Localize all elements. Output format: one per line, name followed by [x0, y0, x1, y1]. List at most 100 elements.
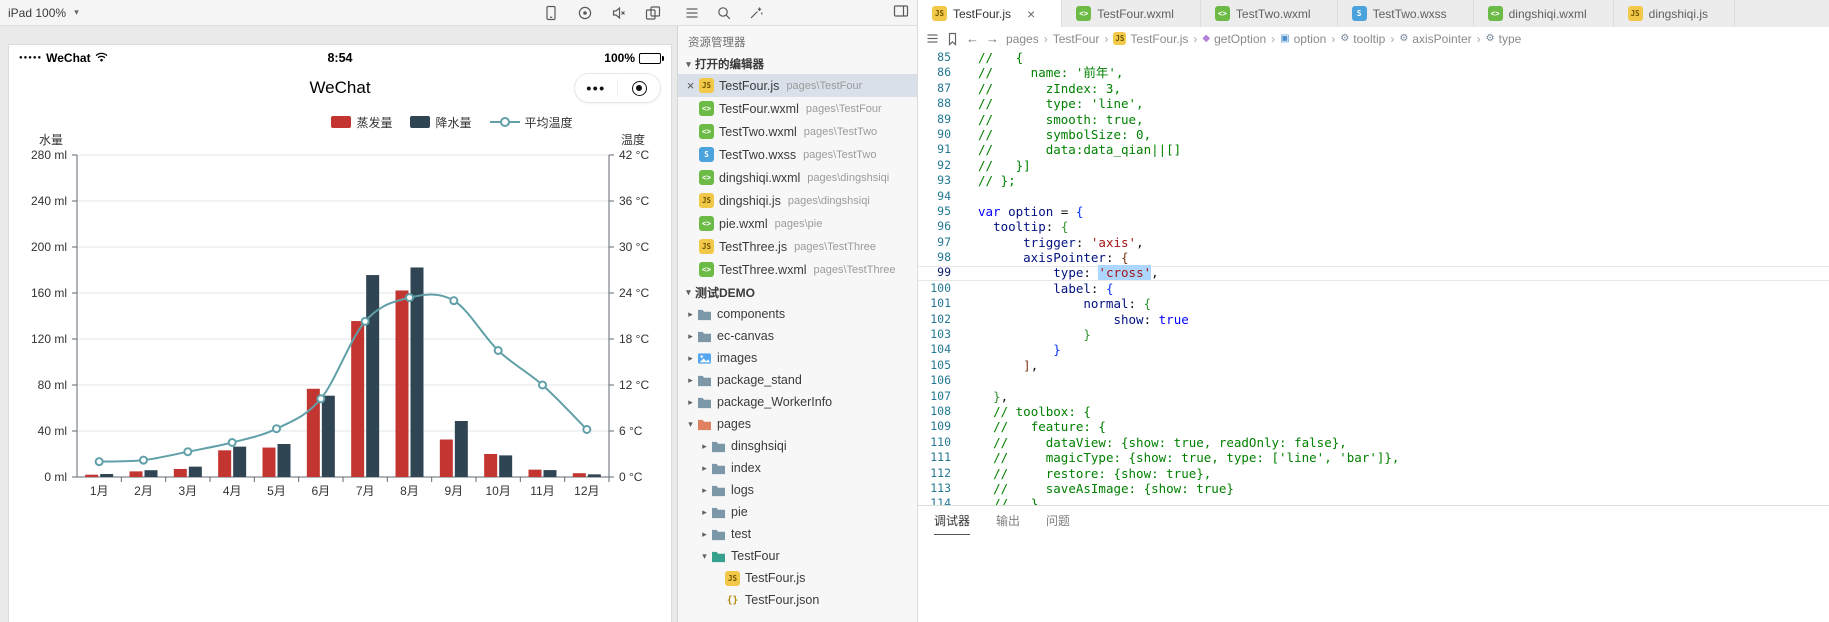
line-number[interactable]: 96 [918, 219, 964, 234]
line-number[interactable]: 102 [918, 312, 964, 327]
breadcrumb-item-TestFour.js[interactable]: JS TestFour.js [1113, 32, 1188, 46]
line-number[interactable]: 89 [918, 112, 964, 127]
panel-tab-输出[interactable]: 输出 [996, 506, 1020, 535]
device-selector[interactable]: iPad 100% ▾ [8, 6, 83, 20]
tree-item-ec-canvas[interactable]: ▸ ec-canvas [678, 325, 917, 347]
code-line-85[interactable]: 85 // { [918, 50, 1829, 65]
open-editor-TestTwo.wxml[interactable]: <> TestTwo.wxml pages\TestTwo [678, 120, 917, 143]
code-line-94[interactable]: 94 [918, 189, 1829, 204]
nav-back-icon[interactable]: ← [966, 32, 979, 45]
breadcrumb-item-axisPointer[interactable]: ⚙ axisPointer [1399, 32, 1471, 46]
line-number[interactable]: 86 [918, 65, 964, 80]
panel-tab-问题[interactable]: 问题 [1046, 506, 1070, 535]
tree-item-pie[interactable]: ▸ pie [678, 501, 917, 523]
rotate-screen-icon[interactable] [645, 5, 661, 21]
line-number[interactable]: 112 [918, 466, 964, 481]
tree-item-test[interactable]: ▸ test [678, 523, 917, 545]
code-line-112[interactable]: 112 // restore: {show: true}, [918, 466, 1829, 481]
code-line-104[interactable]: 104 } [918, 342, 1829, 357]
tree-item-dinsghsiqi[interactable]: ▸ dinsghsiqi [678, 435, 917, 457]
code-line-93[interactable]: 93 // }; [918, 173, 1829, 188]
code-line-105[interactable]: 105 ], [918, 358, 1829, 373]
line-number[interactable]: 88 [918, 96, 964, 111]
open-editor-TestThree.wxml[interactable]: <> TestThree.wxml pages\TestThree [678, 258, 917, 281]
open-editor-TestThree.js[interactable]: JS TestThree.js pages\TestThree [678, 235, 917, 258]
close-tab-icon[interactable]: × [1027, 7, 1035, 21]
code-line-114[interactable]: 114 // } [918, 496, 1829, 505]
legend-降水量[interactable]: 降水量 [410, 114, 472, 131]
line-number[interactable]: 111 [918, 450, 964, 465]
bookmark-icon[interactable] [946, 32, 959, 46]
code-line-113[interactable]: 113 // saveAsImage: {show: true} [918, 481, 1829, 496]
line-number[interactable]: 104 [918, 342, 964, 357]
panel-tab-调试器[interactable]: 调试器 [934, 506, 971, 535]
open-editor-TestFour.wxml[interactable]: <> TestFour.wxml pages\TestFour [678, 97, 917, 120]
code-line-91[interactable]: 91 // data:data_qian||[] [918, 142, 1829, 157]
breadcrumb-item-tooltip[interactable]: ⚙ tooltip [1340, 32, 1385, 46]
open-editor-TestFour.js[interactable]: × JS TestFour.js pages\TestFour [678, 74, 917, 97]
code-line-89[interactable]: 89 // smooth: true, [918, 112, 1829, 127]
inspect-wand-icon[interactable] [748, 5, 764, 21]
close-file-icon[interactable]: × [682, 79, 699, 92]
editor-tab-TestFour.wxml[interactable]: <> TestFour.wxml [1062, 0, 1201, 27]
outline-icon[interactable] [926, 32, 939, 45]
open-editor-dingshiqi.wxml[interactable]: <> dingshiqi.wxml pages\dingshsiqi [678, 166, 917, 189]
tree-item-TestFour.js[interactable]: JS TestFour.js [678, 567, 917, 589]
line-number[interactable]: 108 [918, 404, 964, 419]
code-line-97[interactable]: 97 trigger: 'axis', [918, 235, 1829, 250]
line-number[interactable]: 97 [918, 235, 964, 250]
code-line-86[interactable]: 86 // name: '前年', [918, 65, 1829, 80]
chart-canvas[interactable]: 0 ml 0 °C 40 ml 6 °C 80 ml 12 °C 120 ml 18 °C 16… [9, 145, 672, 501]
line-number[interactable]: 109 [918, 419, 964, 434]
code-line-101[interactable]: 101 normal: { [918, 296, 1829, 311]
legend-蒸发量[interactable]: 蒸发量 [331, 114, 392, 131]
search-icon[interactable] [716, 5, 732, 21]
tree-item-package_stand[interactable]: ▸ package_stand [678, 369, 917, 391]
code-line-90[interactable]: 90 // symbolSize: 0, [918, 127, 1829, 142]
open-editor-TestTwo.wxss[interactable]: S TestTwo.wxss pages\TestTwo [678, 143, 917, 166]
open-editor-dingshiqi.js[interactable]: JS dingshiqi.js pages\dingshsiqi [678, 189, 917, 212]
line-number[interactable]: 105 [918, 358, 964, 373]
code-line-109[interactable]: 109 // feature: { [918, 419, 1829, 434]
more-menu-button[interactable]: ••• [575, 81, 617, 95]
panel-toggle-icon[interactable] [893, 3, 909, 19]
code-line-99[interactable]: 99 type: 'cross', [918, 265, 1829, 281]
editor-tab-TestTwo.wxss[interactable]: S TestTwo.wxss [1337, 0, 1474, 27]
tree-item-index[interactable]: ▸ index [678, 457, 917, 479]
code-line-107[interactable]: 107 }, [918, 389, 1829, 404]
line-number[interactable]: 110 [918, 435, 964, 450]
tree-item-package_WorkerInfo[interactable]: ▸ package_WorkerInfo [678, 391, 917, 413]
breadcrumb-item-getOption[interactable]: ◆ getOption [1202, 32, 1266, 46]
line-number[interactable]: 92 [918, 158, 964, 173]
line-number[interactable]: 114 [918, 496, 964, 505]
line-number[interactable]: 98 [918, 250, 964, 265]
code-line-100[interactable]: 100 label: { [918, 281, 1829, 296]
code-line-92[interactable]: 92 // }] [918, 158, 1829, 173]
editor-tab-TestFour.js[interactable]: JS TestFour.js × [918, 0, 1063, 27]
breadcrumb-item-pages[interactable]: pages [1006, 32, 1039, 46]
line-number[interactable]: 85 [918, 50, 964, 65]
tree-item-TestFour.json[interactable]: {} TestFour.json [678, 589, 917, 611]
code-line-106[interactable]: 106 [918, 373, 1829, 388]
code-line-95[interactable]: 95 var option = { [918, 204, 1829, 219]
editor-tab-TestTwo.wxml[interactable]: <> TestTwo.wxml [1200, 0, 1338, 27]
legend-平均温度[interactable]: 平均温度 [489, 114, 573, 131]
open-editor-pie.wxml[interactable]: <> pie.wxml pages\pie [678, 212, 917, 235]
nav-forward-icon[interactable]: → [986, 32, 999, 45]
line-number[interactable]: 93 [918, 173, 964, 188]
code-line-103[interactable]: 103 } [918, 327, 1829, 342]
editor-tab-dingshiqi.js[interactable]: JS dingshiqi.js [1613, 0, 1736, 27]
breadcrumb-item-option[interactable]: ▣ option [1280, 32, 1326, 46]
tree-item-TestFour[interactable]: ▾ TestFour [678, 545, 917, 567]
code-line-110[interactable]: 110 // dataView: {show: true, readOnly: … [918, 435, 1829, 450]
line-number[interactable]: 95 [918, 204, 964, 219]
code-line-87[interactable]: 87 // zIndex: 3, [918, 81, 1829, 96]
line-number[interactable]: 100 [918, 281, 964, 296]
line-number[interactable]: 103 [918, 327, 964, 342]
code-line-98[interactable]: 98 axisPointer: { [918, 250, 1829, 265]
mute-icon[interactable] [611, 5, 627, 21]
line-number[interactable]: 87 [918, 81, 964, 96]
exit-button[interactable] [618, 80, 660, 96]
tablet-icon[interactable] [543, 5, 559, 21]
line-number[interactable]: 107 [918, 389, 964, 404]
